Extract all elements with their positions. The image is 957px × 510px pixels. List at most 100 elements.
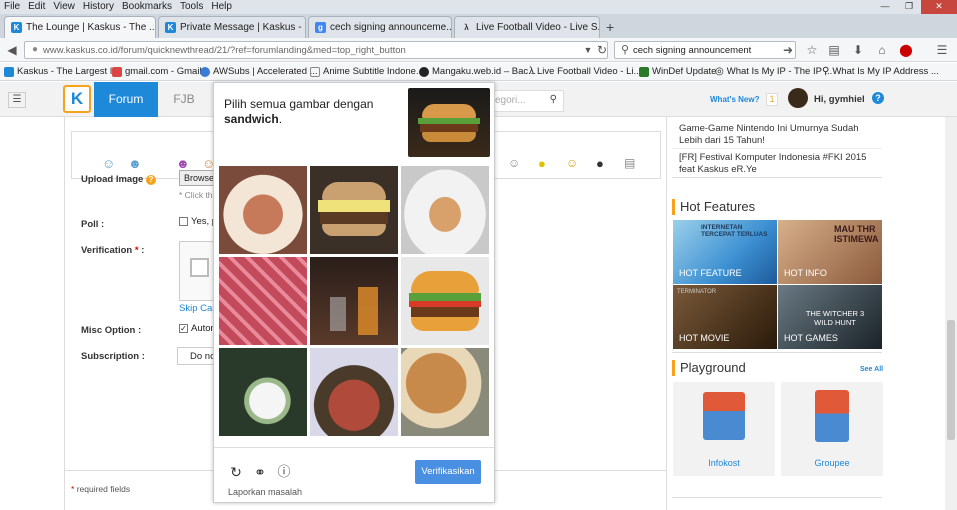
reload-icon[interactable]: ↻	[228, 464, 244, 480]
skip-captcha-link[interactable]: Skip Cap	[179, 303, 218, 314]
adblock-icon[interactable]: ⬤	[898, 42, 914, 58]
checkbox[interactable]	[179, 217, 188, 226]
captcha-tile-4[interactable]	[219, 257, 307, 345]
menu-file[interactable]: File	[0, 0, 24, 12]
browse-button[interactable]: Browse	[179, 170, 215, 186]
search-icon: ⚲	[620, 44, 630, 56]
info-icon[interactable]: ?	[145, 175, 156, 185]
restore-icon[interactable]: ❐	[897, 0, 921, 14]
reload-icon[interactable]: ↻	[594, 42, 610, 58]
emoticon-icon[interactable]: ☺	[508, 156, 520, 170]
divider	[672, 497, 882, 498]
upload-hint: * Click th	[179, 190, 213, 200]
tile-hot-games[interactable]: THE WITCHER 3 WILD HUNT HOT GAMES	[778, 285, 882, 349]
sidebar-link[interactable]: Game-Game Nintendo Ini Umurnya Sudah Leb…	[679, 123, 884, 147]
tab-bar: K The Lounge | Kaskus - The ... ✕ K Priv…	[0, 14, 957, 38]
bookmark-mangaku[interactable]: Mangaku.web.id – Bac...	[419, 66, 536, 77]
minimize-icon[interactable]: —	[873, 0, 897, 14]
captcha-tile-9[interactable]	[401, 348, 489, 436]
see-all-link[interactable]: See All	[860, 366, 883, 373]
search-input[interactable]: cech signing announcement	[614, 41, 796, 59]
tab-private-message[interactable]: K Private Message | Kaskus - ... ✕	[158, 16, 306, 38]
kaskus-search[interactable]: egori... ⚲	[490, 90, 564, 112]
playground-infokost[interactable]: Infokost	[673, 382, 775, 476]
bookmark-anime-subtitle[interactable]: Anime Subtitle Indone...	[310, 66, 424, 77]
tab-live-football[interactable]: λ Live Football Video - Live S... ✕	[454, 16, 600, 38]
bookmark-kaskus[interactable]: Kaskus - The Largest I...	[4, 66, 120, 77]
bookmark-awsubs[interactable]: AWSubs | Accelerated ...	[200, 66, 318, 77]
category-select: egori...	[495, 95, 526, 106]
menu-view[interactable]: View	[49, 0, 79, 12]
verify-button[interactable]: Verifikasikan	[415, 460, 481, 484]
bookmark-label: What Is My IP Address ...	[832, 66, 939, 77]
subscription-select[interactable]: Do no	[177, 347, 217, 365]
bookmark-whatismyip-address[interactable]: ⚲ What Is My IP Address ...	[822, 66, 939, 77]
sidebar-link[interactable]: [FR] Festival Komputer Indonesia #FKI 20…	[679, 152, 884, 176]
nav-fjb[interactable]: FJB	[162, 82, 206, 117]
bookmark-live-football[interactable]: λ Live Football Video - Li...	[529, 66, 641, 77]
kaskus-logo[interactable]: K	[63, 85, 91, 113]
tile-hot-info[interactable]: MAU THR ISTIMEWA HOT INFO	[778, 220, 882, 284]
bookmark-label: gmail.com - Gmail	[125, 66, 202, 77]
info-icon[interactable]: ⓘ	[276, 464, 292, 480]
scrollbar-thumb[interactable]	[947, 320, 955, 440]
bookmark-windef[interactable]: WinDef Update	[639, 66, 716, 77]
home-icon[interactable]: ⌂	[874, 42, 890, 58]
captcha-tile-8[interactable]	[310, 348, 398, 436]
report-problem-link[interactable]: Laporkan masalah	[228, 487, 302, 497]
download-icon[interactable]: ⬇	[850, 42, 866, 58]
checkbox-checked[interactable]: ✓	[179, 324, 188, 333]
search-go-icon[interactable]: ➜	[780, 42, 796, 58]
captcha-tile-1[interactable]	[219, 166, 307, 254]
whats-new-link[interactable]: What's New?	[710, 95, 759, 104]
scrollbar[interactable]	[945, 117, 957, 510]
required-note: * required fields	[71, 484, 131, 494]
headphones-icon[interactable]: ⚭	[252, 464, 268, 480]
captcha-tile-7[interactable]	[219, 348, 307, 436]
url-field[interactable]: www.kaskus.co.id/forum/quicknewthread/21…	[24, 41, 608, 59]
tile-hot-movie[interactable]: TERMINATOR HOT MOVIE	[673, 285, 777, 349]
bookmark-star-icon[interactable]: ☆	[804, 42, 820, 58]
captcha-tile-6[interactable]	[401, 257, 489, 345]
user-greeting[interactable]: Hi, gymhiel	[814, 94, 865, 105]
bookmark-gmail[interactable]: gmail.com - Gmail	[112, 66, 202, 77]
tile-hot-feature[interactable]: INTERNETAN TERCEPAT TERLUAS HOT FEATURE	[673, 220, 777, 284]
nav-forum[interactable]: Forum	[94, 82, 158, 117]
avatar[interactable]	[788, 88, 808, 108]
poll-option[interactable]: Yes, p	[179, 216, 217, 227]
emoticon-icon[interactable]: ☻	[128, 156, 142, 171]
notification-badge[interactable]: 1	[766, 93, 778, 106]
close-window-icon[interactable]: ✕	[921, 0, 957, 14]
menu-history[interactable]: History	[79, 0, 118, 12]
emoticon-icon[interactable]: ☺	[102, 156, 115, 171]
tab-google-search[interactable]: g cech signing announceme... ✕	[308, 16, 452, 38]
recaptcha-checkbox[interactable]	[190, 258, 209, 277]
search-icon[interactable]: ⚲	[550, 94, 557, 105]
playground-groupee[interactable]: Groupee	[781, 382, 883, 476]
menu-edit[interactable]: Edit	[24, 0, 49, 12]
clipboard-icon[interactable]: ▤	[826, 42, 842, 58]
emoticon-icon[interactable]: ▤	[624, 156, 635, 170]
captcha-example-image	[408, 88, 490, 157]
captcha-tile-5[interactable]	[310, 257, 398, 345]
help-icon[interactable]: ?	[872, 92, 884, 104]
menu-help[interactable]: Help	[207, 0, 236, 12]
bookmark-whatismyip[interactable]: ◎ What Is My IP - The IP ...	[715, 66, 832, 77]
hamburger-icon[interactable]: ☰	[8, 92, 26, 108]
emoticon-icon[interactable]: ●	[538, 156, 546, 171]
emoticon-icon[interactable]: ☺	[566, 156, 578, 170]
back-icon[interactable]: ◀	[4, 42, 20, 58]
emoticon-icon[interactable]: ☻	[176, 156, 190, 171]
tab-lounge[interactable]: K The Lounge | Kaskus - The ... ✕	[4, 16, 156, 38]
captcha-tile-2[interactable]	[310, 166, 398, 254]
playground-label: Groupee	[814, 458, 850, 468]
emoticon-icon[interactable]: ●	[596, 156, 604, 171]
captcha-tile-3[interactable]	[401, 166, 489, 254]
menu-tools[interactable]: Tools	[176, 0, 207, 12]
page-icon	[310, 66, 320, 77]
hot-features-heading: Hot Features	[672, 199, 755, 215]
tile-label: HOT INFO	[784, 268, 827, 278]
menu-bookmarks[interactable]: Bookmarks	[118, 0, 176, 12]
new-tab-button[interactable]: +	[606, 19, 614, 35]
menu-icon[interactable]: ☰	[934, 42, 950, 58]
